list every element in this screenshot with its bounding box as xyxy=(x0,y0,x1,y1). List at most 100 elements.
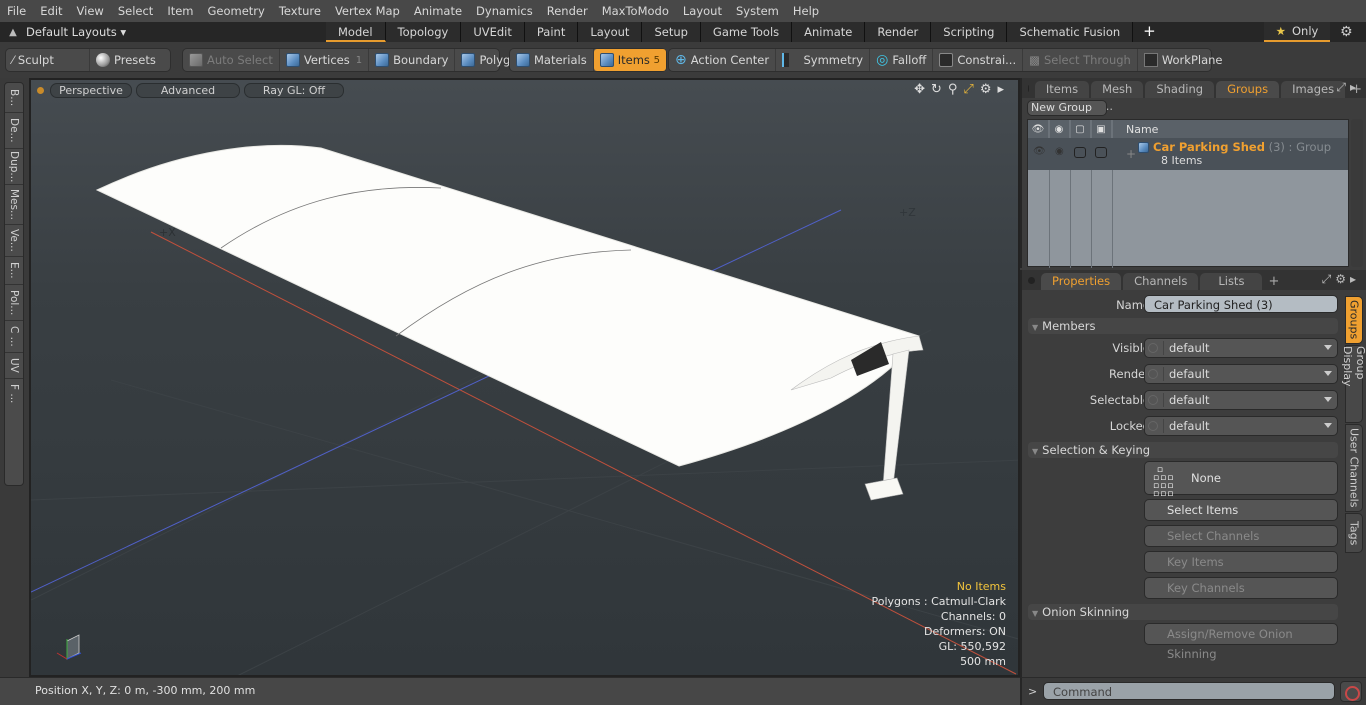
command-input[interactable]: Command xyxy=(1043,682,1335,700)
layouts-dropdown[interactable]: Default Layouts ▾ xyxy=(26,25,136,39)
viewport-gear-icon[interactable]: ⚙ xyxy=(980,82,992,97)
maximize-icon[interactable]: ⤢ xyxy=(963,82,973,97)
panel-options-dot[interactable] xyxy=(1028,277,1035,284)
menu-edit[interactable]: Edit xyxy=(33,0,69,22)
selectable-dropdown[interactable]: default xyxy=(1144,390,1338,410)
vertices-button[interactable]: Vertices 1 xyxy=(280,49,370,71)
tab-setup[interactable]: Setup xyxy=(642,22,701,42)
pan-icon[interactable]: ✥ xyxy=(914,82,925,97)
left-tab-curve[interactable]: C ... xyxy=(5,321,23,353)
symmetry-button[interactable]: Symmetry xyxy=(776,49,871,71)
side-tab-group-display[interactable]: Group Display xyxy=(1341,345,1366,423)
members-section[interactable]: ▼ Members xyxy=(1028,318,1338,334)
auto-select-button[interactable]: Auto Select xyxy=(183,49,280,71)
rotate-icon[interactable]: ↻ xyxy=(931,82,942,97)
tab-groups[interactable]: Groups xyxy=(1216,81,1280,98)
onion-skinning-section[interactable]: ▼ Onion Skinning xyxy=(1028,604,1338,620)
side-tab-tags[interactable]: Tags xyxy=(1345,513,1363,553)
left-tab-uv[interactable]: UV xyxy=(5,353,23,379)
panel-expand-icon[interactable]: ⤢▸ xyxy=(1336,80,1360,95)
3d-viewport[interactable]: +X +Z Perspective Advanced Ray GL: Off ✥… xyxy=(29,78,1020,677)
record-macro-icon[interactable] xyxy=(1340,681,1362,702)
menu-item[interactable]: Item xyxy=(160,0,200,22)
falloff-button[interactable]: ◎ Falloff xyxy=(870,49,934,71)
only-toggle[interactable]: ★ Only xyxy=(1264,22,1330,42)
menu-animate[interactable]: Animate xyxy=(407,0,469,22)
menu-layout[interactable]: Layout xyxy=(676,0,729,22)
name-field[interactable]: Car Parking Shed (3) xyxy=(1144,295,1338,313)
menu-help[interactable]: Help xyxy=(786,0,826,22)
side-tab-user-channels[interactable]: User Channels xyxy=(1345,424,1363,512)
select-channels-button[interactable]: Select Channels xyxy=(1144,525,1338,547)
expand-arrow-icon[interactable]: ▸ xyxy=(997,82,1004,97)
view-mode-button[interactable]: Perspective xyxy=(50,82,132,98)
tab-topology[interactable]: Topology xyxy=(385,22,462,42)
constraints-button[interactable]: Constrai... xyxy=(933,49,1024,71)
render-dropdown[interactable]: default xyxy=(1144,364,1338,384)
row-lock-checkbox[interactable] xyxy=(1095,147,1107,158)
select-items-button[interactable]: Select Items xyxy=(1144,499,1338,521)
tab-paint[interactable]: Paint xyxy=(524,22,579,42)
menu-texture[interactable]: Texture xyxy=(272,0,328,22)
tab-properties[interactable]: Properties xyxy=(1041,273,1122,290)
lock-cube-icon[interactable]: ▣ xyxy=(1091,120,1112,138)
selection-keying-section[interactable]: ▼ Selection & Keying xyxy=(1028,442,1338,458)
key-items-button[interactable]: Key Items xyxy=(1144,551,1338,573)
raygl-button[interactable]: Ray GL: Off xyxy=(244,82,344,98)
menu-dynamics[interactable]: Dynamics xyxy=(469,0,540,22)
menu-maxtomodo[interactable]: MaxToModo xyxy=(595,0,676,22)
left-tab-basic[interactable]: B... xyxy=(5,83,23,113)
tab-schematic-fusion[interactable]: Schematic Fusion xyxy=(1007,22,1134,42)
new-group-button[interactable]: New Group xyxy=(1027,100,1107,116)
onion-skinning-button[interactable]: Assign/Remove Onion Skinning xyxy=(1144,623,1338,661)
tab-uvedit[interactable]: UVEdit xyxy=(461,22,525,42)
locked-dropdown[interactable]: default xyxy=(1144,416,1338,436)
sculpt-button[interactable]: ⁄ Sculpt xyxy=(6,49,90,71)
render-camera-icon[interactable]: ◉ xyxy=(1049,120,1070,138)
menu-render[interactable]: Render xyxy=(540,0,595,22)
action-center-button[interactable]: ⊕ Action Center xyxy=(669,49,777,71)
hierarchy-none-button[interactable]: ▫ ▫▫▫ ▫▫▫ ▫▫▫ None xyxy=(1144,461,1338,499)
select-through-button[interactable]: ▩ Select Through xyxy=(1023,49,1138,71)
visibility-eye-icon[interactable]: 👁 xyxy=(1028,120,1049,138)
tab-mesh[interactable]: Mesh ... xyxy=(1091,81,1144,113)
shading-mode-button[interactable]: Advanced xyxy=(136,82,240,98)
expand-plus-icon[interactable]: + xyxy=(1126,147,1136,161)
menu-geometry[interactable]: Geometry xyxy=(201,0,272,22)
gear-icon[interactable]: ⚙ xyxy=(1340,24,1353,40)
tab-items[interactable]: Items xyxy=(1034,81,1090,98)
left-tab-fusion[interactable]: F ... xyxy=(5,379,23,409)
panel-expand-icon[interactable]: ⤢⚙▸ xyxy=(1322,272,1360,287)
key-channels-button[interactable]: Key Channels xyxy=(1144,577,1338,599)
viewport-options-dot[interactable] xyxy=(37,86,44,94)
collapse-arrow-icon[interactable]: ▲ xyxy=(0,27,26,38)
groups-scrollbar[interactable] xyxy=(1351,119,1363,267)
tab-scripting[interactable]: Scripting xyxy=(931,22,1008,42)
selectable-cube-icon[interactable]: ▢ xyxy=(1070,120,1091,138)
tab-layout[interactable]: Layout xyxy=(578,22,643,42)
visible-dropdown[interactable]: default xyxy=(1144,338,1338,358)
left-tab-edge[interactable]: E... xyxy=(5,257,23,285)
add-tab-button[interactable]: + xyxy=(1133,22,1166,42)
add-panel-tab-button[interactable]: + xyxy=(1264,273,1283,290)
left-tab-vertex[interactable]: Ve... xyxy=(5,225,23,257)
boundary-button[interactable]: Boundary xyxy=(369,49,456,71)
left-tab-duplicate[interactable]: Dup... xyxy=(5,149,23,185)
panel-options-dot[interactable] xyxy=(1028,85,1029,92)
zoom-icon[interactable]: ⚲ xyxy=(948,82,958,97)
menu-file[interactable]: File xyxy=(0,0,33,22)
menu-vertex-map[interactable]: Vertex Map xyxy=(328,0,407,22)
row-selectable-checkbox[interactable] xyxy=(1074,147,1086,158)
left-tab-polygon[interactable]: Pol... xyxy=(5,285,23,321)
tab-render[interactable]: Render xyxy=(865,22,932,42)
left-tab-mesh-edit[interactable]: Mes... xyxy=(5,185,23,225)
tab-game-tools[interactable]: Game Tools xyxy=(700,22,793,42)
side-tab-groups[interactable]: Groups xyxy=(1345,296,1363,344)
menu-select[interactable]: Select xyxy=(111,0,160,22)
tab-shading[interactable]: Shading xyxy=(1145,81,1215,98)
menu-view[interactable]: View xyxy=(70,0,111,22)
tab-channels[interactable]: Channels xyxy=(1123,273,1199,290)
group-row[interactable]: 👁 ◉ + Car Parking Shed (3) : Group 8 Ite… xyxy=(1028,138,1348,170)
workplane-button[interactable]: WorkPlane xyxy=(1138,49,1229,71)
menu-system[interactable]: System xyxy=(729,0,786,22)
